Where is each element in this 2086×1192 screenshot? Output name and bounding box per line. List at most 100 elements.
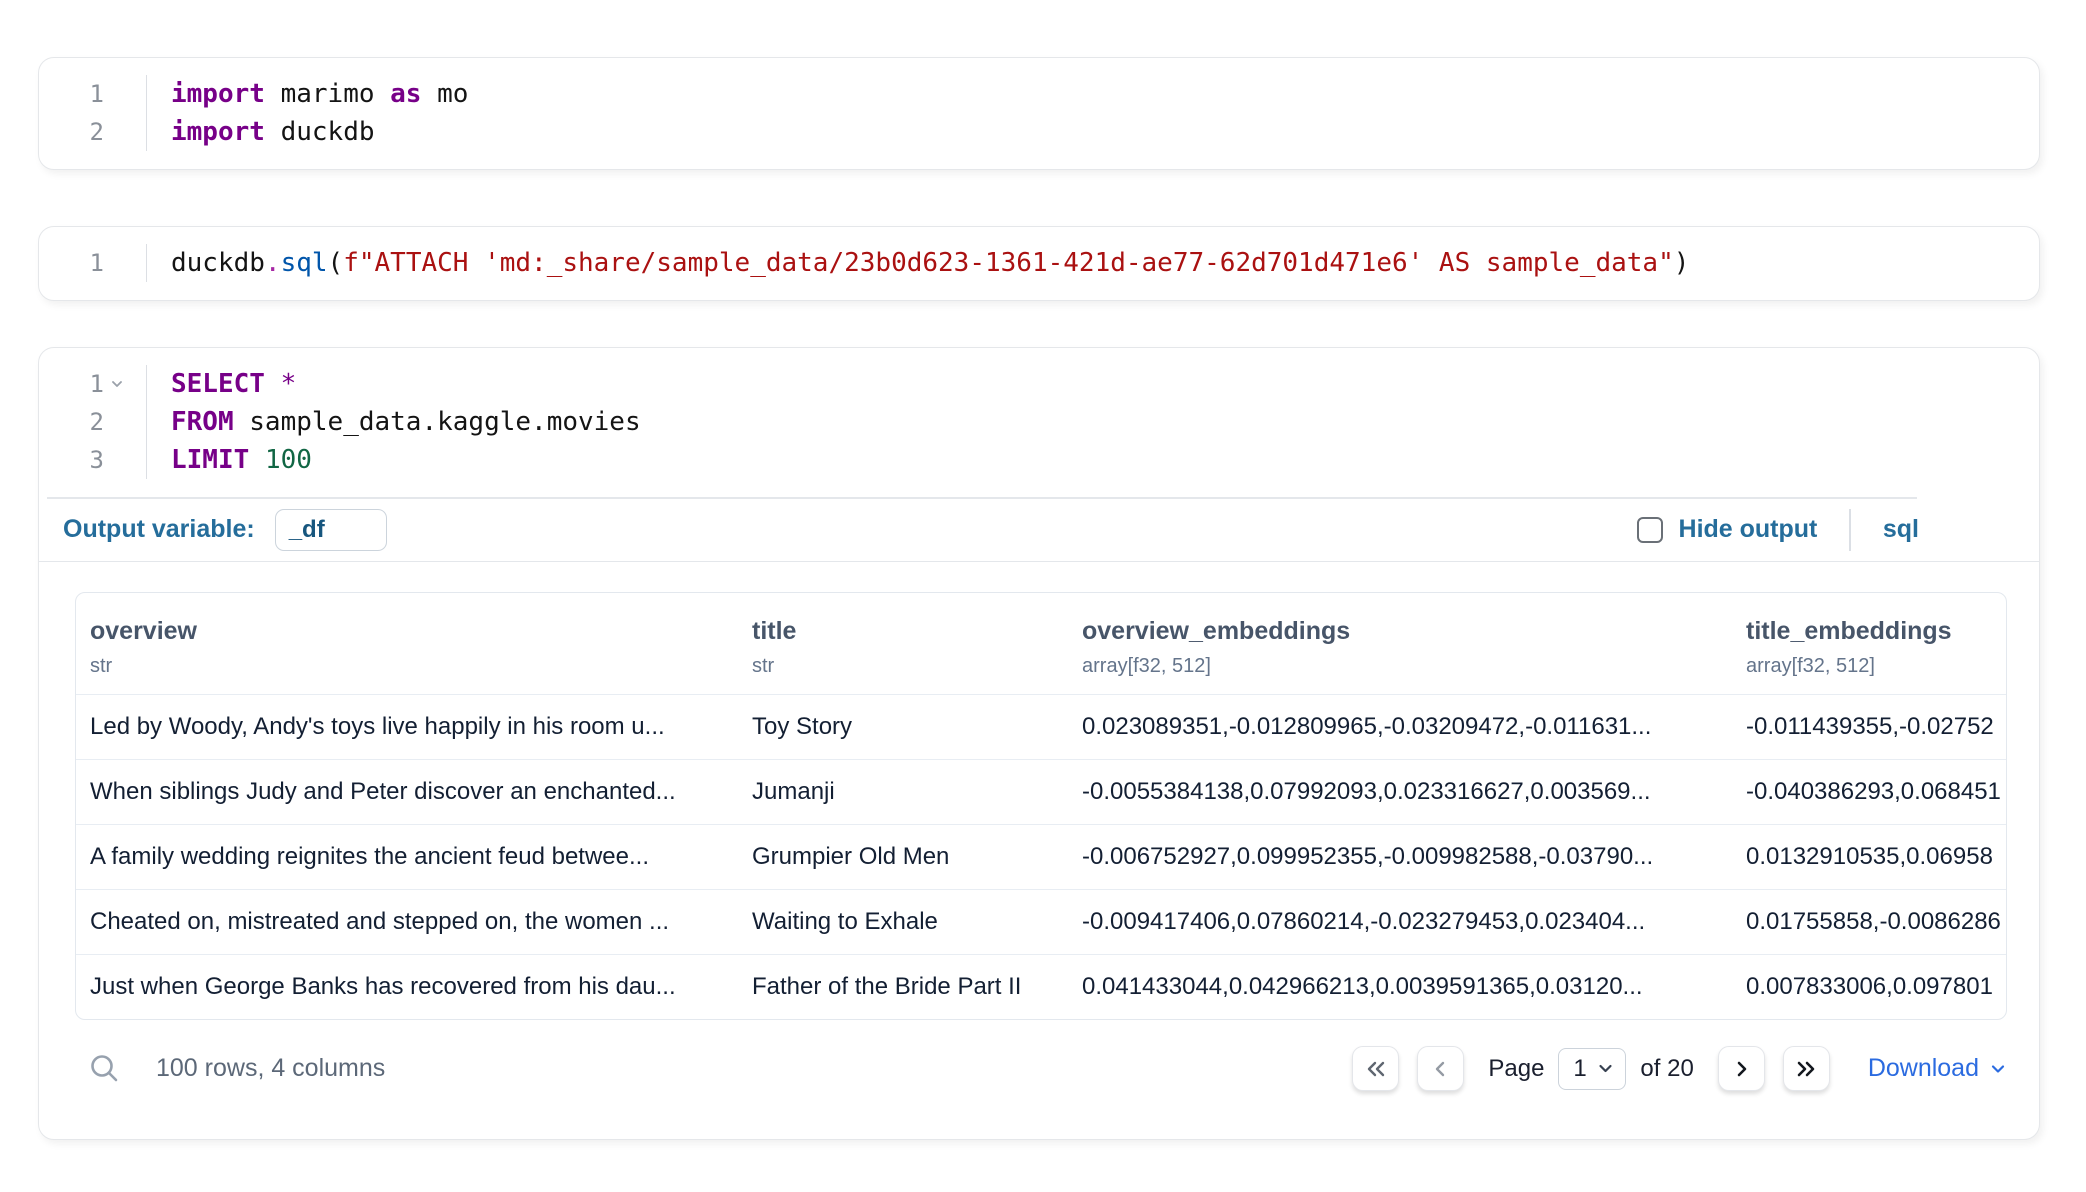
dataframe-table: overview str title str overview_embeddingsar… [75,592,2007,1021]
column-name: overview [90,617,724,646]
chevron-down-icon [1597,1060,1614,1077]
code-line: 1 import marimo as mo [39,75,2039,113]
table-cell: Jumanji [738,759,1068,824]
column-header-overview[interactable]: overview str [76,593,738,695]
code-token: sample_data.kaggle.movies [234,407,641,437]
code-token: 100 [265,445,312,475]
code-token: duckdb [265,117,375,147]
code-editor: 1 duckdb.sql(f"ATTACH 'md:_share/sample_d… [39,227,2039,300]
column-header-overview_embeddings[interactable]: overview_embeddingsarray[f32, 512] [1068,593,1732,695]
output-bar-controls: Hide output sql [1637,509,1919,551]
code-text[interactable]: duckdb.sql(f"ATTACH 'md:_share/sample_da… [147,248,1689,278]
code-text[interactable]: import marimo as mo [147,79,468,109]
table-cell: -0.009417406,0.07860214,-0.023279453,0.0… [1068,889,1732,954]
next-page-button[interactable] [1718,1046,1765,1091]
table-cell: Led by Woody, Andy's toys live happily i… [76,694,738,759]
row-count-summary: 100 rows, 4 columns [156,1054,385,1083]
pagination: Page 1 of 20 [1352,1046,2007,1091]
code-editor: 1 SELECT * 2 FROM sample_data.kaggle.movies… [39,348,2039,497]
hide-output-label: Hide output [1679,515,1818,544]
table-cell: 0.01755858,-0.0086286 [1732,889,2006,954]
column-type: str [90,655,724,678]
code-line: 2 import duckdb [39,113,2039,151]
code-cell-imports: 1 import marimo as mo 2 import duckdb [38,57,2040,170]
table-cell: 0.023089351,-0.012809965,-0.03209472,-0.… [1068,694,1732,759]
code-token: sql [281,248,328,278]
code-token: import [171,117,265,147]
line-gutter: 2 [39,113,147,151]
first-page-button[interactable] [1352,1046,1399,1091]
table-cell: Father of the Bride Part II [738,954,1068,1019]
line-number: 1 [90,249,104,277]
table-row: Just when George Banks has recovered fro… [76,954,2006,1019]
table-row: Led by Woody, Andy's toys live happily i… [76,694,2006,759]
table-row: A family wedding reignites the ancient f… [76,824,2006,889]
table-footer: 100 rows, 4 columns Page [75,1046,2007,1091]
code-token: FROM [171,407,234,437]
table-cell: Cheated on, mistreated and stepped on, t… [76,889,738,954]
table-cell: 0.007833006,0.097801 [1732,954,2006,1019]
code-editor: 1 import marimo as mo 2 import duckdb [39,58,2039,169]
table-cell: -0.040386293,0.068451 [1732,759,2006,824]
download-button[interactable]: Download [1868,1054,2007,1083]
table-cell: -0.006752927,0.099952355,-0.009982588,-0… [1068,824,1732,889]
page-select[interactable]: 1 [1558,1048,1626,1090]
code-text[interactable]: SELECT * [147,369,296,399]
line-gutter: 1 [39,244,147,282]
download-label: Download [1868,1054,1979,1083]
table-cell: Waiting to Exhale [738,889,1068,954]
hide-output-checkbox[interactable] [1637,517,1663,543]
notebook: 1 import marimo as mo 2 import duckdb 1 duck… [0,0,2086,1140]
previous-page-button[interactable] [1417,1046,1464,1091]
column-header-title_embeddings[interactable]: title_embeddings array[f32, 512] [1732,593,2006,695]
line-number: 2 [90,118,104,146]
code-line: 1 duckdb.sql(f"ATTACH 'md:_share/sample_d… [39,244,2039,282]
code-text[interactable]: FROM sample_data.kaggle.movies [147,407,641,437]
code-text[interactable]: LIMIT 100 [147,445,312,475]
column-type: str [752,655,1054,678]
code-token: f"ATTACH 'md:_share/sample_data/23b0d623… [343,248,1674,278]
code-token: ( [328,248,344,278]
code-token: * [281,369,297,399]
table-cell: 0.0132910535,0.06958 [1732,824,2006,889]
line-number: 2 [90,408,104,436]
last-page-button[interactable] [1783,1046,1830,1091]
fold-chevron-icon[interactable] [104,376,146,392]
vertical-divider [1849,509,1851,551]
line-gutter: 1 [39,75,147,113]
line-gutter: 2 [39,403,147,441]
page-total-label: of 20 [1640,1055,1693,1083]
output-area: overview str title str overview_embeddingsar… [39,562,2039,1140]
table-cell: Just when George Banks has recovered fro… [76,954,738,1019]
page-select-value: 1 [1573,1055,1586,1083]
output-variable-input[interactable]: _df [275,509,387,551]
table-head-row: overview str title str overview_embeddingsar… [76,593,2006,695]
code-token: import [171,79,265,109]
table-row: Cheated on, mistreated and stepped on, t… [76,889,2006,954]
output-bar: Output variable: _df Hide output sql [39,499,2039,562]
table-cell: 0.041433044,0.042966213,0.0039591365,0.0… [1068,954,1732,1019]
code-line: 3LIMIT 100 [39,441,2039,479]
code-token: marimo [265,79,390,109]
language-toggle-sql[interactable]: sql [1883,515,1919,544]
table-cell: -0.0055384138,0.07992093,0.023316627,0.0… [1068,759,1732,824]
column-header-title[interactable]: title str [738,593,1068,695]
line-number: 1 [90,80,104,108]
column-type: array[f32, 512] [1746,655,1992,678]
table-cell: -0.011439355,-0.02752 [1732,694,2006,759]
code-token: as [390,79,421,109]
column-name: title_embeddings [1746,617,1992,646]
search-icon[interactable] [89,1053,120,1084]
column-name: title [752,617,1054,646]
table-summary-group: 100 rows, 4 columns [89,1053,385,1084]
code-token: . [265,248,281,278]
page-indicator: Page 1 of 20 [1488,1048,1693,1090]
code-token: SELECT [171,369,265,399]
code-token [249,445,265,475]
table-cell: Grumpier Old Men [738,824,1068,889]
chevron-down-icon [1989,1060,2007,1078]
code-text[interactable]: import duckdb [147,117,375,147]
output-variable-group: Output variable: _df [63,509,387,551]
code-token: duckdb [171,248,265,278]
line-number: 1 [90,370,104,398]
